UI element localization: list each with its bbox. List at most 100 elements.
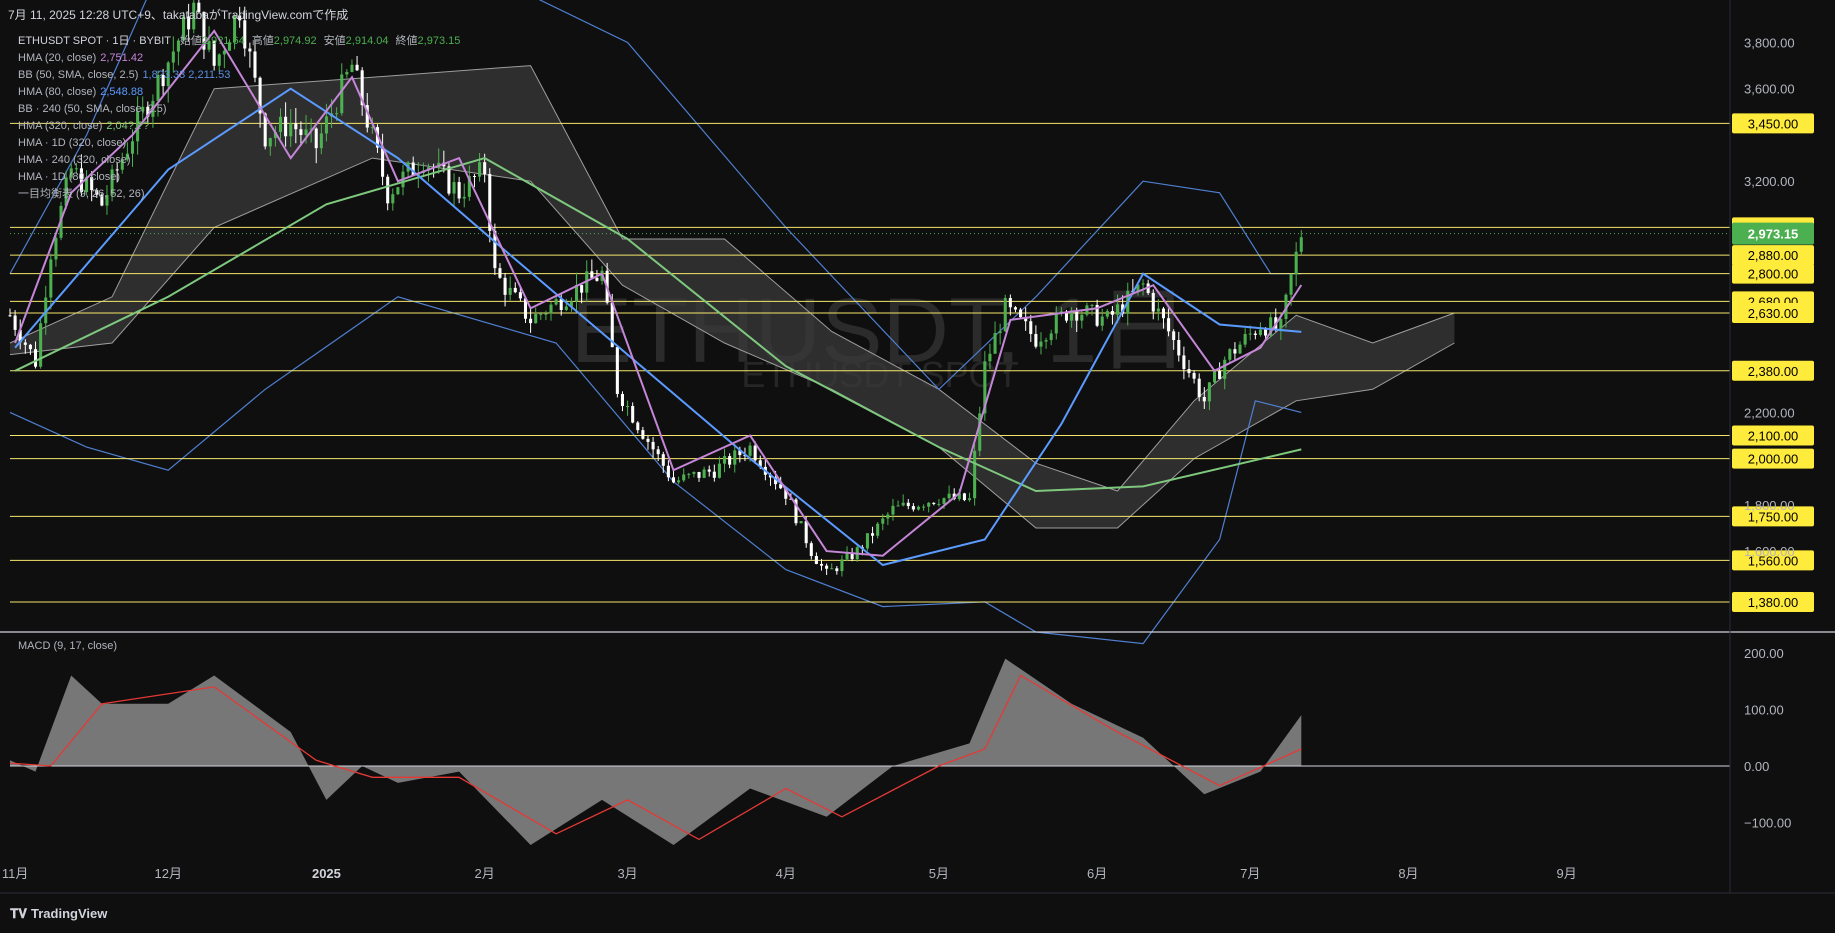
time-tick-label: 3月 [617, 866, 637, 881]
macd-tick-label: 200.00 [1744, 646, 1784, 661]
candle-body [927, 502, 931, 507]
legend-row[interactable]: BB · 240 (50, SMA, close, 2.5) [18, 101, 460, 118]
high-label: 高値 [251, 35, 274, 47]
candle-body [1003, 297, 1007, 332]
candle-body [947, 493, 951, 499]
candle-body [809, 543, 813, 557]
candle-body [651, 441, 655, 450]
candle-body [1008, 297, 1012, 308]
candle-body [1172, 331, 1176, 341]
legend-row[interactable]: HMA · 240 (320, close) [18, 152, 460, 169]
candle-body [1238, 344, 1242, 354]
candle-body [1100, 316, 1104, 326]
candle-body [1279, 319, 1283, 329]
legend-row[interactable]: HMA · 1D (80, close) [18, 169, 460, 186]
candle-body [1202, 396, 1206, 402]
level-label: 2,630.00 [1748, 306, 1799, 321]
candle-body [483, 162, 487, 174]
candle-body [478, 162, 482, 177]
legend-row[interactable]: HMA · 1D (320, close) [18, 135, 460, 152]
candle-body [886, 514, 890, 519]
candle-body [677, 480, 681, 483]
candle-body [1177, 340, 1181, 356]
candle-body [1299, 237, 1303, 252]
legend-name: HMA (20, close) [18, 52, 97, 64]
candle-body [1013, 307, 1017, 310]
candle-body [1264, 329, 1268, 336]
candle-body [1258, 329, 1262, 335]
level-label: 2,380.00 [1748, 364, 1799, 379]
candle-body [871, 533, 875, 536]
candle-body [1110, 311, 1114, 315]
legend-row[interactable]: BB (50, SMA, close, 2.5) 1,8?3.33 2,211.5… [18, 67, 460, 84]
candle-body [472, 176, 476, 178]
candle-body [28, 344, 32, 350]
candle-body [1187, 369, 1191, 373]
snapshot-header: 7月 11, 2025 12:28 UTC+9、takatabaがTrading… [8, 6, 348, 23]
candle-body [697, 471, 701, 478]
price-tick-label: 3,800.00 [1744, 35, 1795, 50]
snapshot-date-line: 7月 11, 2025 12:28 UTC+9、takatabaがTrading… [8, 8, 349, 22]
level-label: 3,450.00 [1748, 116, 1799, 131]
candle-body [728, 456, 732, 465]
legend-row[interactable]: HMA (80, close) 2,548.88 [18, 84, 460, 101]
low-label: 安値 [323, 35, 346, 47]
candle-body [717, 463, 721, 478]
legend-row[interactable]: HMA (320, close) 2,04?.?? [18, 118, 460, 135]
high-value: 2,974.92 [273, 35, 317, 47]
candle-body [1233, 349, 1237, 354]
candle-body [876, 523, 880, 536]
time-tick-label: 12月 [154, 866, 181, 881]
candle-body [580, 284, 584, 293]
candle-body [819, 563, 824, 566]
candle-body [1151, 292, 1155, 312]
candle-body [462, 196, 466, 199]
candle-body [1034, 333, 1038, 347]
candle-body [590, 271, 594, 278]
legend-value: 2,751.42 [100, 52, 144, 64]
candle-body [513, 287, 517, 293]
candle-body [559, 299, 563, 310]
level-label: 1,380.00 [1748, 595, 1799, 610]
candle-body [39, 323, 43, 367]
candle-body [1019, 309, 1023, 318]
candle-body [1116, 304, 1120, 315]
candle-body [13, 315, 17, 330]
candle-body [1253, 333, 1257, 335]
candle-body [49, 259, 53, 298]
candle-body [646, 438, 650, 442]
candle-body [544, 313, 548, 315]
macd-tick-label: −100.00 [1744, 815, 1791, 830]
candle-body [825, 565, 829, 569]
candle-body [804, 521, 808, 544]
legend-name: 一目均衡表 (9, 26, 52, 26) [18, 188, 145, 200]
price-tick-label: 3,200.00 [1744, 174, 1795, 189]
candle-body [1044, 340, 1048, 342]
candle-body [33, 349, 38, 367]
candle-body [626, 406, 630, 408]
legend-name: BB · 240 (50, SMA, close, 2.5) [18, 103, 167, 115]
legend-row[interactable]: HMA (20, close) 2,751.42 [18, 50, 460, 67]
candle-body [1218, 371, 1222, 379]
candle-body [1212, 371, 1217, 383]
price-tick-label: 2,200.00 [1744, 405, 1795, 420]
macd-tick-label: 0.00 [1744, 759, 1769, 774]
footer-brand[interactable]: 𝐓𝐕 TradingView [10, 906, 107, 922]
legend-row[interactable]: 一目均衡表 (9, 26, 52, 26) [18, 186, 460, 203]
candle-body [1029, 321, 1033, 334]
symbol-line: ETHUSDT SPOT · 1日 · BYBIT 始値2,9?1.64 高値2… [18, 33, 460, 50]
legend-name: HMA (320, close) [18, 120, 103, 132]
candle-body [1182, 355, 1186, 370]
legend-value: 1,8?3.33 2,211.53 [142, 69, 231, 81]
legend-value: 2,548.88 [100, 86, 144, 98]
time-tick-label: 7月 [1240, 866, 1260, 881]
candle-body [891, 505, 895, 515]
time-tick-label: 8月 [1398, 866, 1418, 881]
symbol-name: ETHUSDT SPOT · 1日 · BYBIT [18, 35, 171, 47]
candle-body [498, 268, 502, 278]
legend-name: HMA · 1D (80, close) [18, 171, 121, 183]
candle-body [54, 237, 58, 260]
candle-body [1228, 349, 1232, 360]
candle-body [682, 474, 686, 481]
candle-body [723, 456, 727, 464]
